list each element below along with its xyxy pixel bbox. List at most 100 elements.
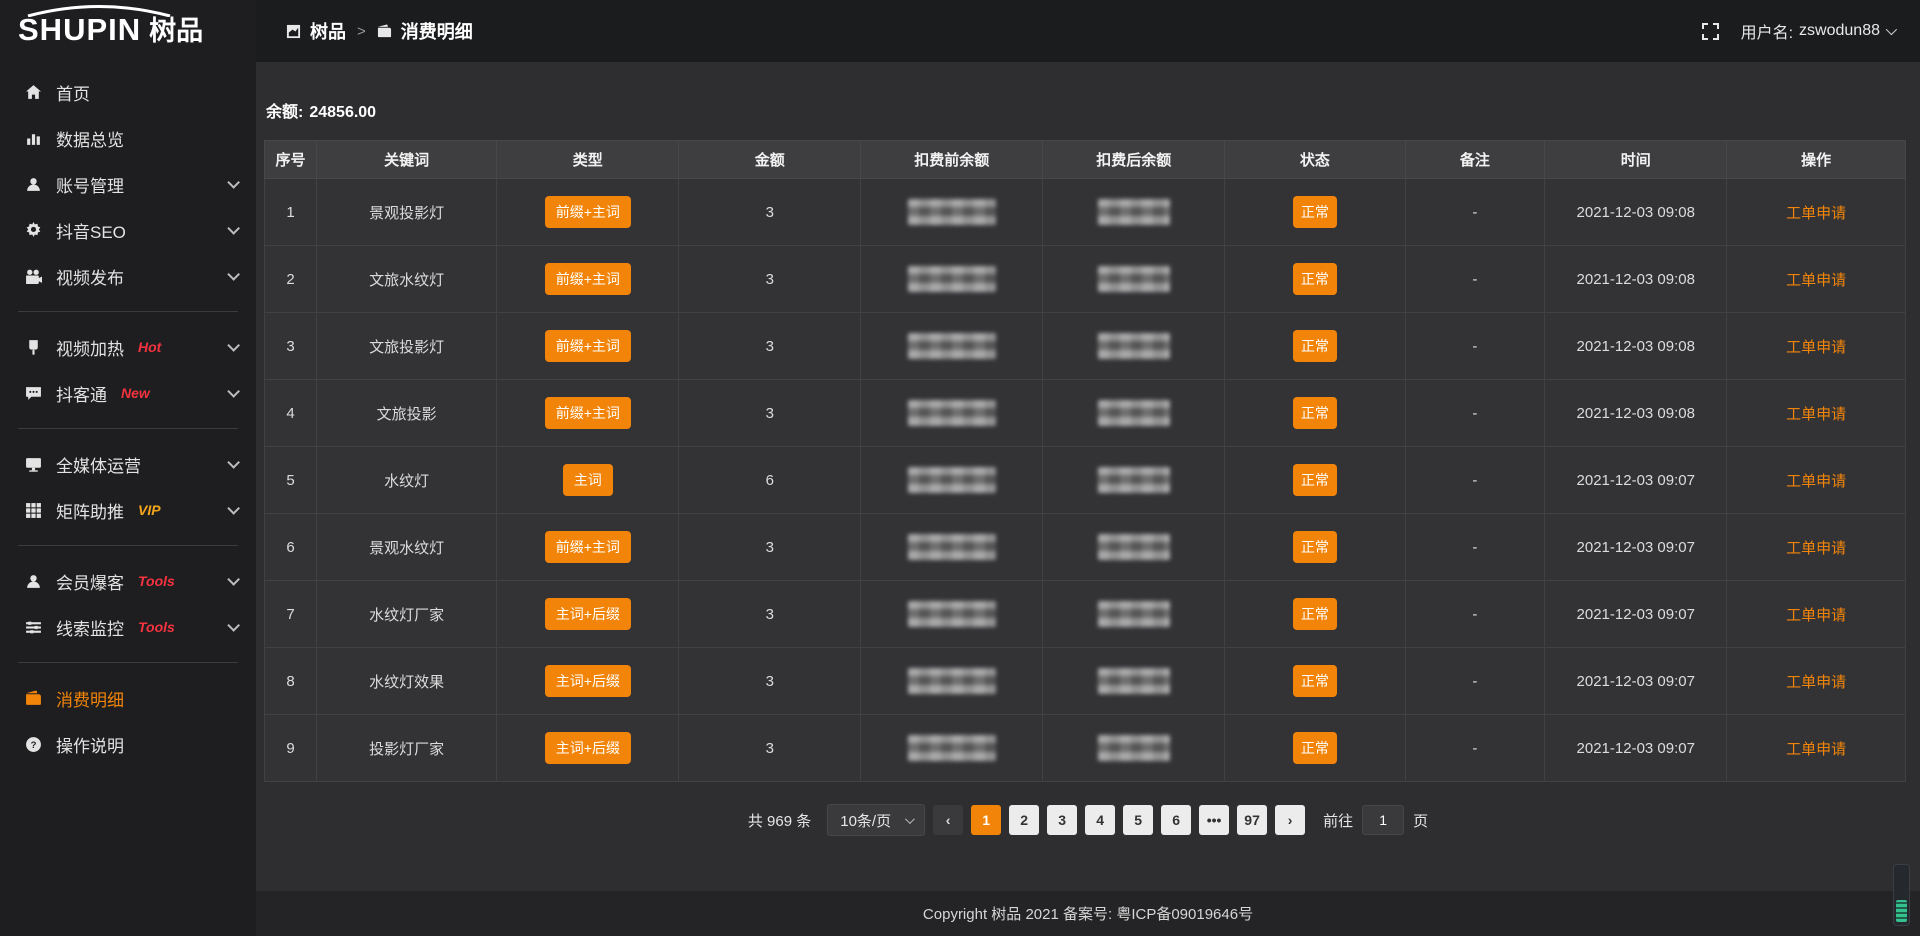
- cell-balance-after: [1043, 648, 1225, 715]
- cell-action: 工单申请: [1727, 246, 1906, 313]
- cell-type: 主词+后缀: [497, 715, 679, 782]
- sidebar-item-6[interactable]: 视频加热 Hot: [0, 324, 256, 370]
- redacted-value: [1098, 333, 1170, 359]
- widget-stripes-icon: [1896, 900, 1907, 922]
- cell-balance-before: [861, 648, 1043, 715]
- cell-type: 前缀+主词: [497, 313, 679, 380]
- table-row: 3 文旅投影灯 前缀+主词 3 正常 - 2021-12-03 09:08 工单…: [265, 313, 1906, 380]
- cell-time: 2021-12-03 09:07: [1545, 581, 1727, 648]
- sidebar-item-13[interactable]: ? 操作说明: [0, 721, 256, 767]
- ticket-apply-link[interactable]: 工单申请: [1786, 205, 1846, 222]
- redacted-value: [1098, 735, 1170, 761]
- question-icon: ?: [24, 735, 42, 753]
- balance-value: 24856.00: [309, 104, 376, 121]
- copyright-text: Copyright 树品 2021 备案号: 粤ICP备09019646号: [923, 903, 1253, 924]
- cell-status: 正常: [1225, 648, 1405, 715]
- page-number-button[interactable]: 3: [1047, 805, 1077, 835]
- app-square-icon: [286, 24, 301, 39]
- page-size-select[interactable]: 10条/页: [827, 804, 925, 836]
- page-number-button[interactable]: 6: [1161, 805, 1191, 835]
- user-icon: [24, 175, 42, 193]
- member-icon: [24, 572, 42, 590]
- redacted-value: [1098, 601, 1170, 627]
- cell-index: 8: [265, 648, 317, 715]
- heat-icon: [24, 338, 42, 356]
- sidebar-item-1[interactable]: 首页: [0, 69, 256, 115]
- column-header: 金额: [679, 141, 861, 179]
- ticket-apply-link[interactable]: 工单申请: [1786, 272, 1846, 289]
- column-header: 备注: [1405, 141, 1545, 179]
- cell-remark: -: [1405, 179, 1545, 246]
- chevron-down-icon: [227, 339, 240, 352]
- goto-page: 前往 页: [1323, 805, 1428, 835]
- sidebar-item-8[interactable]: 全媒体运营: [0, 441, 256, 487]
- topbar-right: 用户名: zswodun88: [1702, 19, 1894, 43]
- username-value: zswodun88: [1799, 22, 1880, 40]
- sidebar-item-2[interactable]: 数据总览: [0, 115, 256, 161]
- sidebar-item-11[interactable]: 线索监控 Tools: [0, 604, 256, 650]
- cell-index: 9: [265, 715, 317, 782]
- balance-label: 余额:: [266, 104, 303, 121]
- status-badge: 正常: [1293, 665, 1337, 697]
- page-size-value: 10条/页: [840, 810, 891, 831]
- goto-label: 前往: [1323, 810, 1353, 831]
- cell-keyword: 文旅水纹灯: [316, 246, 496, 313]
- sidebar-item-4[interactable]: 抖音SEO: [0, 207, 256, 253]
- next-page-button[interactable]: ›: [1275, 805, 1305, 835]
- column-header: 扣费前余额: [861, 141, 1043, 179]
- cell-index: 5: [265, 447, 317, 514]
- cell-balance-before: [861, 313, 1043, 380]
- ticket-apply-link[interactable]: 工单申请: [1786, 339, 1846, 356]
- ticket-apply-link[interactable]: 工单申请: [1786, 473, 1846, 490]
- cell-balance-before: [861, 246, 1043, 313]
- cell-remark: -: [1405, 313, 1545, 380]
- page-number-button[interactable]: 1: [971, 805, 1001, 835]
- cell-status: 正常: [1225, 380, 1405, 447]
- logo-text-cn: 树品: [149, 18, 203, 45]
- page-number-button[interactable]: 4: [1085, 805, 1115, 835]
- breadcrumb-current: 消费明细: [401, 18, 473, 44]
- cell-balance-after: [1043, 380, 1225, 447]
- pagination: 共 969 条 10条/页 ‹ 123456•••97 › 前往 页: [256, 804, 1920, 836]
- redacted-value: [908, 668, 996, 694]
- cell-remark: -: [1405, 380, 1545, 447]
- goto-page-input[interactable]: [1362, 805, 1404, 835]
- ticket-apply-link[interactable]: 工单申请: [1786, 406, 1846, 423]
- status-badge: 正常: [1293, 464, 1337, 496]
- cell-index: 1: [265, 179, 317, 246]
- ticket-apply-link[interactable]: 工单申请: [1786, 607, 1846, 624]
- username-label: 用户名:: [1741, 19, 1793, 43]
- cell-index: 4: [265, 380, 317, 447]
- cell-action: 工单申请: [1727, 715, 1906, 782]
- table-row: 9 投影灯厂家 主词+后缀 3 正常 - 2021-12-03 09:07 工单…: [265, 715, 1906, 782]
- column-header: 类型: [497, 141, 679, 179]
- breadcrumb-home[interactable]: 树品: [310, 18, 346, 44]
- sidebar-item-7[interactable]: 抖客通 New: [0, 370, 256, 416]
- cell-remark: -: [1405, 648, 1545, 715]
- main-content: 余额:24856.00 序号关键词类型金额扣费前余额扣费后余额状态备注时间操作 …: [256, 62, 1920, 891]
- svg-text:?: ?: [30, 740, 36, 751]
- ticket-apply-link[interactable]: 工单申请: [1786, 674, 1846, 691]
- cell-type: 主词: [497, 447, 679, 514]
- table-row: 8 水纹灯效果 主词+后缀 3 正常 - 2021-12-03 09:07 工单…: [265, 648, 1906, 715]
- sidebar-item-12[interactable]: 消费明细: [0, 675, 256, 721]
- sidebar-divider: [18, 662, 238, 663]
- grid-icon: [24, 501, 42, 519]
- page-number-button[interactable]: 97: [1237, 805, 1267, 835]
- page-number-button[interactable]: 2: [1009, 805, 1039, 835]
- cell-keyword: 水纹灯: [316, 447, 496, 514]
- page-number-button[interactable]: 5: [1123, 805, 1153, 835]
- ellipsis-button[interactable]: •••: [1199, 805, 1229, 835]
- ticket-apply-link[interactable]: 工单申请: [1786, 540, 1846, 557]
- prev-page-button[interactable]: ‹: [933, 805, 963, 835]
- sidebar-item-10[interactable]: 会员爆客 Tools: [0, 558, 256, 604]
- sidebar-item-5[interactable]: 视频发布: [0, 253, 256, 299]
- sidebar-item-3[interactable]: 账号管理: [0, 161, 256, 207]
- ticket-apply-link[interactable]: 工单申请: [1786, 741, 1846, 758]
- sidebar-item-9[interactable]: 矩阵助推 VIP: [0, 487, 256, 533]
- cell-amount: 3: [679, 179, 861, 246]
- chevron-down-icon: [227, 619, 240, 632]
- user-menu[interactable]: 用户名: zswodun88: [1741, 19, 1894, 43]
- fullscreen-icon[interactable]: [1702, 23, 1719, 40]
- floating-widget[interactable]: [1893, 864, 1910, 926]
